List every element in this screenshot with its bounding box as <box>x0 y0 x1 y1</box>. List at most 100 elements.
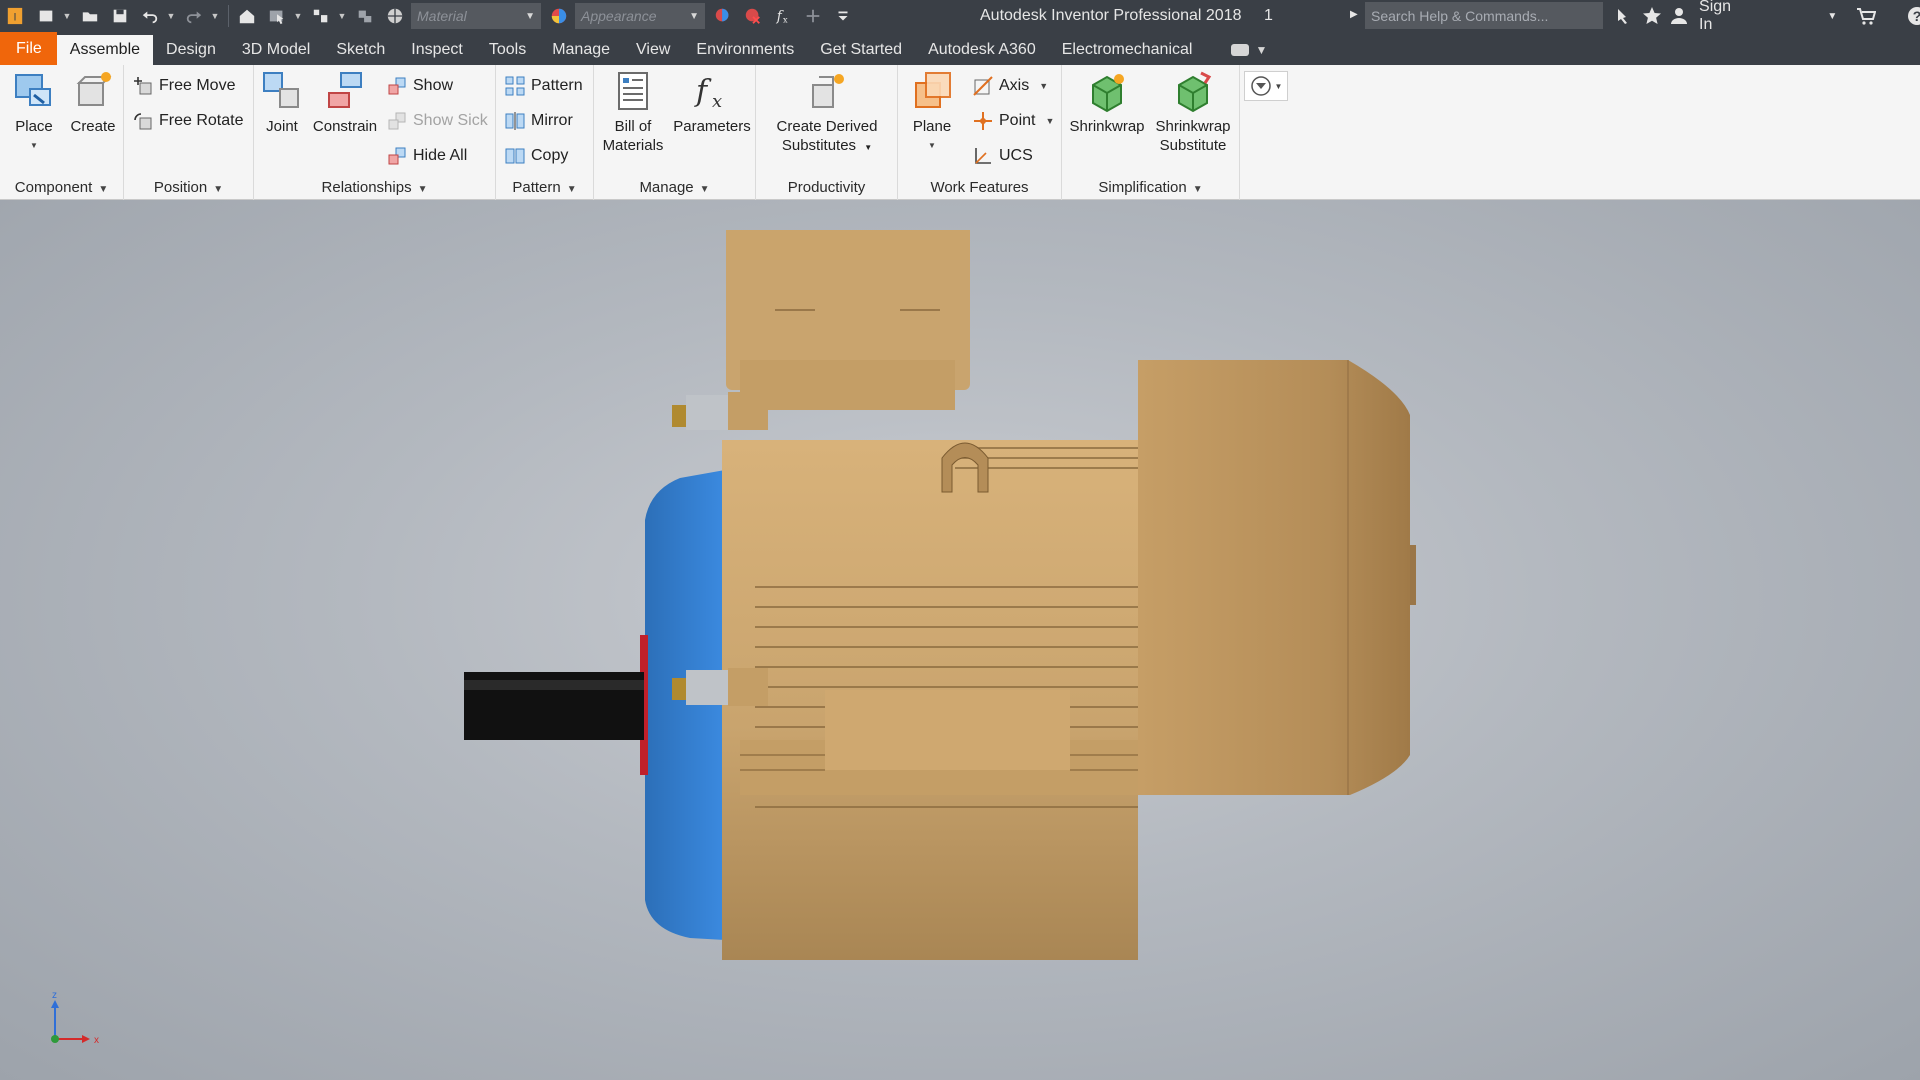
selection-priority-icon[interactable] <box>307 2 335 30</box>
new-file-icon[interactable] <box>32 2 60 30</box>
select-dropdown-icon[interactable]: ▼ <box>293 11 303 21</box>
show-sick-label: Show Sick <box>413 112 488 129</box>
select-icon[interactable] <box>263 2 291 30</box>
tab-tools[interactable]: Tools <box>476 35 539 65</box>
window-title: Autodesk Inventor Professional 2018 1 <box>980 7 1273 25</box>
shrinkwrap-button[interactable]: Shrinkwrap <box>1066 69 1148 136</box>
show-sick-button[interactable]: Show Sick <box>386 108 488 134</box>
open-folder-icon[interactable] <box>76 2 104 30</box>
globe-icon[interactable] <box>381 2 409 30</box>
panel-title-productivity[interactable]: Productivity <box>756 175 897 200</box>
clear-appearance-icon[interactable] <box>739 2 767 30</box>
customize-icon[interactable] <box>829 2 857 30</box>
search-input[interactable]: Search Help & Commands... <box>1365 2 1603 29</box>
copy-button[interactable]: Copy <box>504 143 568 169</box>
constrain-button[interactable]: Constrain <box>308 69 382 136</box>
parameters-button[interactable]: fx Parameters <box>670 69 754 136</box>
panel-title-manage[interactable]: Manage ▼ <box>594 175 755 200</box>
search-tools-icon[interactable] <box>1610 1 1638 31</box>
appearance-placeholder: Appearance <box>581 8 657 24</box>
panel-title-component[interactable]: Component ▼ <box>0 175 123 200</box>
material-combo[interactable]: Material ▼ <box>411 3 541 29</box>
tab-assemble[interactable]: Assemble <box>56 35 154 65</box>
favorite-star-icon[interactable] <box>1638 1 1666 31</box>
panel-title-simplification[interactable]: Simplification ▼ <box>1062 175 1239 200</box>
panel-title-pattern[interactable]: Pattern ▼ <box>496 175 593 200</box>
appearance-sphere-icon[interactable] <box>545 2 573 30</box>
titlebar-right: Sign In ▼ ? ▼ <box>1610 0 1920 34</box>
sign-in-link[interactable]: Sign In <box>1699 0 1745 34</box>
tab-3d-model[interactable]: 3D Model <box>229 35 323 65</box>
user-icon[interactable] <box>1665 1 1693 31</box>
panel-title-work-features[interactable]: Work Features <box>898 175 1061 200</box>
update-icon[interactable] <box>351 2 379 30</box>
panel-component: Place ▼ Create Component ▼ <box>0 65 124 200</box>
ribbon-display-toggle[interactable]: ▼ <box>1231 35 1267 65</box>
tab-file[interactable]: File <box>0 32 57 65</box>
undo-dropdown-icon[interactable]: ▼ <box>166 11 176 21</box>
panel-productivity: Create Derived Substitutes ▼ Productivit… <box>756 65 898 200</box>
mirror-button[interactable]: Mirror <box>504 108 573 134</box>
tab-view[interactable]: View <box>623 35 683 65</box>
tab-environments[interactable]: Environments <box>683 35 807 65</box>
shrinkwrap-substitute-label-1: Shrinkwrap <box>1155 118 1231 135</box>
shrinkwrap-icon <box>1092 74 1124 113</box>
ribbon: Place ▼ Create Component ▼ Free Move Free… <box>0 65 1920 200</box>
joint-button[interactable]: Joint <box>258 69 306 136</box>
undo-icon[interactable] <box>136 2 164 30</box>
tab-manage[interactable]: Manage <box>539 35 623 65</box>
free-move-button[interactable]: Free Move <box>132 73 235 99</box>
tab-get-started[interactable]: Get Started <box>807 35 915 65</box>
svg-text:x: x <box>712 91 722 112</box>
cart-icon[interactable] <box>1852 1 1880 31</box>
point-label: Point <box>999 112 1036 129</box>
appearance-combo[interactable]: Appearance ▼ <box>575 3 705 29</box>
redo-icon[interactable] <box>180 2 208 30</box>
chevron-down-icon: ▼ <box>1045 116 1055 126</box>
tab-design[interactable]: Design <box>153 35 229 65</box>
point-button[interactable]: Point ▼ <box>972 108 1054 134</box>
ribbon-tab-bar: File Assemble Design 3D Model Sketch Ins… <box>0 32 1920 65</box>
hide-all-button[interactable]: Hide All <box>386 143 467 169</box>
home-icon[interactable] <box>233 2 261 30</box>
plane-button[interactable]: Plane ▼ <box>900 69 964 155</box>
panel-title-position[interactable]: Position ▼ <box>124 175 253 200</box>
tab-inspect[interactable]: Inspect <box>398 35 476 65</box>
tab-sketch[interactable]: Sketch <box>323 35 398 65</box>
create-button[interactable]: Create <box>64 69 122 136</box>
derived-label-2: Substitutes <box>781 137 857 154</box>
save-icon[interactable] <box>106 2 134 30</box>
show-button[interactable]: Show <box>386 73 453 99</box>
redo-dropdown-icon[interactable]: ▼ <box>210 11 220 21</box>
expand-search-icon[interactable]: ▶ <box>1350 9 1358 20</box>
motor-model[interactable] <box>0 200 1920 1080</box>
bill-of-materials-label-1: Bill of <box>614 118 652 135</box>
tab-electromechanical[interactable]: Electromechanical <box>1049 35 1206 65</box>
parameters-label: Parameters <box>673 118 751 135</box>
panel-options-icon <box>1250 76 1271 96</box>
function-icon[interactable]: fx <box>769 2 797 30</box>
graphics-viewport[interactable]: z x <box>0 200 1920 1080</box>
bill-of-materials-label-2: Materials <box>602 137 664 154</box>
ribbon-panel-options-button[interactable]: ▼ <box>1244 71 1288 101</box>
adjust-appearance-icon[interactable] <box>709 2 737 30</box>
place-button[interactable]: Place ▼ <box>6 69 62 155</box>
bill-of-materials-button[interactable]: Bill of Materials <box>596 69 670 155</box>
app-menu-icon[interactable]: I <box>0 2 30 30</box>
pattern-button[interactable]: Pattern <box>504 73 583 99</box>
selection-priority-dropdown-icon[interactable]: ▼ <box>337 11 347 21</box>
plus-icon[interactable] <box>799 2 827 30</box>
ucs-button[interactable]: UCS <box>972 143 1033 169</box>
new-dropdown-icon[interactable]: ▼ <box>62 11 72 21</box>
panel-title-relationships[interactable]: Relationships ▼ <box>254 175 495 200</box>
panel-relationships: Joint Constrain Show Show Sick Hide All … <box>254 65 496 200</box>
shrinkwrap-substitute-button[interactable]: Shrinkwrap Substitute <box>1150 69 1236 155</box>
free-rotate-button[interactable]: Free Rotate <box>132 108 243 134</box>
help-icon[interactable]: ? <box>1903 1 1920 31</box>
sign-in-dropdown-icon[interactable]: ▼ <box>1825 1 1840 31</box>
panel-work-features: Plane ▼ Axis ▼ Point ▼ UCS Work Features <box>898 65 1062 200</box>
plane-icon <box>915 72 951 108</box>
create-derived-substitutes-button[interactable]: Create Derived Substitutes ▼ <box>760 69 894 157</box>
tab-autodesk-a360[interactable]: Autodesk A360 <box>915 35 1049 65</box>
axis-button[interactable]: Axis ▼ <box>972 73 1048 99</box>
